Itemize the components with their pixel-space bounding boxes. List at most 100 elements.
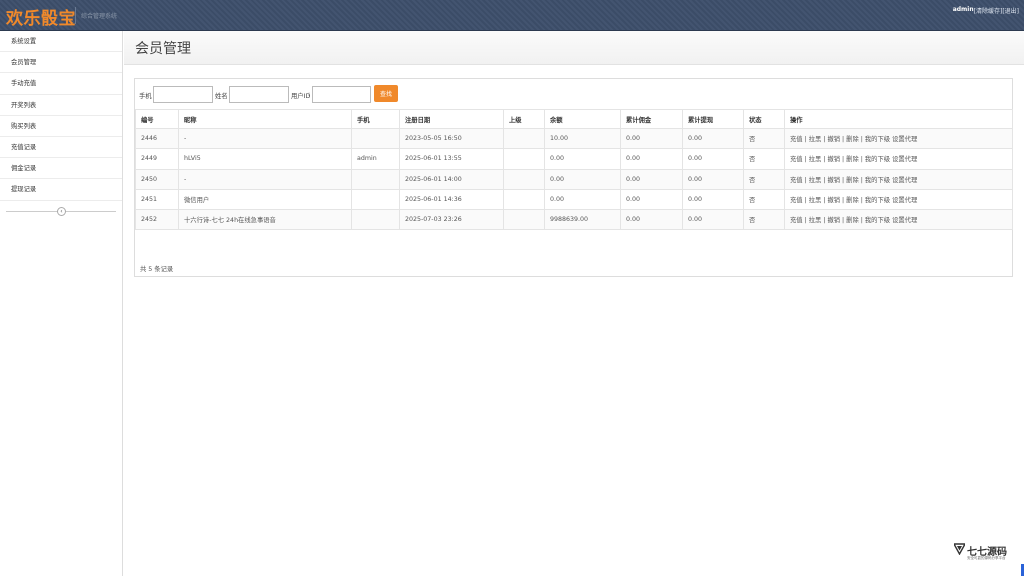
cell-date: 2023-05-05 16:50: [399, 127, 504, 150]
cell-balance: 10.00: [544, 127, 621, 150]
action-subordinates-link[interactable]: 我的下级: [865, 156, 890, 163]
table-row: 2452 十六行诗-七七 24h在线急事语音 2025-07-03 23:26 998…: [135, 209, 1013, 231]
member-panel: 手机 : 姓名 : 用户ID : 查找 编号 昵称 手机 注册日期 上级 余额 …: [134, 78, 1013, 277]
cell-nick: -: [178, 168, 352, 190]
sidebar-item-manual-recharge[interactable]: 手动充值: [0, 73, 122, 95]
cell-phone: [351, 127, 400, 150]
cell-actions: 充值 | 拉黑 | 撤销 | 删除 | 我的下级 设置代理: [784, 127, 1013, 150]
action-delete-link[interactable]: 删除: [846, 217, 859, 224]
clear-cache-link[interactable]: [清除缓存]: [974, 6, 1003, 15]
sidebar-item-draw-list[interactable]: 开奖列表: [0, 95, 122, 116]
action-delete-link[interactable]: 删除: [846, 197, 859, 204]
watermark-brand: 七七源码 安全可靠的源码分享平台: [954, 543, 1012, 567]
table-row: 2450-2025-06-01 14:00 0.00 0.00 0.00 否充值 | 拉…: [135, 168, 1013, 190]
sidebar-item-system-settings[interactable]: 系统设置: [0, 31, 122, 53]
cell-parent: [503, 209, 545, 231]
action-subordinates-link[interactable]: 我的下级: [865, 197, 890, 204]
search-bar: 手机 : 姓名 : 用户ID : 查找: [135, 79, 1012, 109]
cell-date: 2025-06-01 13:55: [399, 148, 504, 170]
cell-nick: -: [178, 127, 352, 150]
action-delete-link[interactable]: 删除: [846, 156, 859, 163]
cell-balance: 9988639.00: [544, 209, 621, 231]
action-blacklist-link[interactable]: 拉黑: [809, 217, 822, 224]
cell-date: 2025-06-01 14:00: [399, 168, 504, 190]
action-revoke-link[interactable]: 撤销: [827, 177, 840, 184]
action-blacklist-link[interactable]: 拉黑: [809, 136, 822, 143]
cell-nick: 微信用户: [178, 188, 352, 211]
action-revoke-link[interactable]: 撤销: [827, 156, 840, 163]
action-revoke-link[interactable]: 撤销: [827, 217, 840, 224]
cell-parent: [503, 148, 545, 170]
search-button[interactable]: 查找: [374, 85, 398, 102]
action-blacklist-link[interactable]: 拉黑: [809, 197, 822, 204]
action-set-agent-link[interactable]: 设置代理: [892, 177, 917, 184]
logo-divider: [75, 7, 76, 24]
action-set-agent-link[interactable]: 设置代理: [892, 217, 917, 224]
sidebar-item-purchase-list[interactable]: 购买列表: [0, 116, 122, 137]
cell-phone: [351, 209, 400, 231]
action-recharge-link[interactable]: 充值: [790, 177, 803, 184]
uid-input[interactable]: [312, 86, 371, 103]
col-status[interactable]: 状态: [743, 109, 785, 129]
action-recharge-link[interactable]: 充值: [790, 197, 803, 204]
action-blacklist-link[interactable]: 拉黑: [809, 156, 822, 163]
action-subordinates-link[interactable]: 我的下级: [865, 217, 890, 224]
col-nickname[interactable]: 昵称: [178, 109, 352, 129]
phone-input[interactable]: [153, 86, 213, 103]
cell-actions: 充值 | 拉黑 | 撤销 | 删除 | 我的下级 设置代理: [784, 148, 1013, 170]
col-phone[interactable]: 手机: [351, 109, 400, 129]
action-subordinates-link[interactable]: 我的下级: [865, 177, 890, 184]
action-set-agent-link[interactable]: 设置代理: [892, 136, 917, 143]
name-input[interactable]: [229, 86, 289, 103]
brand-logo-icon: [954, 543, 965, 555]
sidebar-item-members[interactable]: 会员管理: [0, 52, 122, 74]
action-subordinates-link[interactable]: 我的下级: [865, 136, 890, 143]
col-parent[interactable]: 上级: [503, 109, 545, 129]
action-delete-link[interactable]: 删除: [846, 177, 859, 184]
cell-withdraw: 0.00: [682, 127, 744, 150]
cell-withdraw: 0.00: [682, 209, 744, 231]
cell-nick: 十六行诗-七七 24h在线急事语音: [178, 209, 352, 231]
member-table: 编号 昵称 手机 注册日期 上级 余额 累计佣金 累计提现 状态 操作 2446…: [135, 109, 1013, 231]
header-user-area: admin [清除缓存] [退出]: [953, 6, 1019, 15]
action-set-agent-link[interactable]: 设置代理: [892, 197, 917, 204]
cell-id: 2450: [135, 168, 179, 190]
col-register-date[interactable]: 注册日期: [399, 109, 504, 129]
cell-phone: admin: [351, 148, 400, 170]
sidebar-item-withdraw-records[interactable]: 提现记录: [0, 179, 122, 201]
chevron-left-icon[interactable]: ‹: [57, 206, 66, 216]
table-row: 2451 微信用户 2025-06-01 14:36 0.00 0.00 0.00 否充值 …: [135, 188, 1013, 211]
cell-balance: 0.00: [544, 188, 621, 211]
sidebar: 系统设置 会员管理 手动充值 开奖列表 购买列表 充值记录 佣金记录 提现记录 …: [0, 31, 123, 576]
action-recharge-link[interactable]: 充值: [790, 136, 803, 143]
action-recharge-link[interactable]: 充值: [790, 217, 803, 224]
action-blacklist-link[interactable]: 拉黑: [809, 177, 822, 184]
col-commission[interactable]: 累计佣金: [620, 109, 683, 129]
col-balance[interactable]: 余额: [544, 109, 621, 129]
brand-tagline: 安全可靠的源码分享平台: [967, 556, 1006, 560]
sidebar-item-commission-records[interactable]: 佣金记录: [0, 158, 122, 180]
cell-id: 2446: [135, 127, 179, 150]
logout-link[interactable]: [退出]: [1002, 6, 1019, 15]
col-withdraw[interactable]: 累计提现: [682, 109, 744, 129]
action-delete-link[interactable]: 删除: [846, 136, 859, 143]
main-content: 会员管理 手机 : 姓名 : 用户ID : 查找 编号 昵称 手机 注册日期 上…: [124, 31, 1024, 576]
action-revoke-link[interactable]: 撤销: [827, 197, 840, 204]
sidebar-item-recharge-records[interactable]: 充值记录: [0, 137, 122, 159]
app-logo[interactable]: 欢乐骰宝: [6, 4, 76, 29]
col-id[interactable]: 编号: [135, 109, 179, 129]
cell-parent: [503, 168, 545, 190]
cell-commission: 0.00: [620, 148, 683, 170]
page-title: 会员管理: [135, 41, 191, 57]
cell-id: 2449: [135, 148, 179, 170]
cell-id: 2452: [135, 209, 179, 231]
title-bar: 会员管理: [124, 31, 1024, 65]
cell-status: 否: [743, 127, 785, 150]
action-set-agent-link[interactable]: 设置代理: [892, 156, 917, 163]
table-header-row: 编号 昵称 手机 注册日期 上级 余额 累计佣金 累计提现 状态 操作: [135, 109, 1013, 129]
cell-status: 否: [743, 168, 785, 190]
cell-balance: 0.00: [544, 168, 621, 190]
action-revoke-link[interactable]: 撤销: [827, 136, 840, 143]
action-recharge-link[interactable]: 充值: [790, 156, 803, 163]
cell-status: 否: [743, 148, 785, 170]
